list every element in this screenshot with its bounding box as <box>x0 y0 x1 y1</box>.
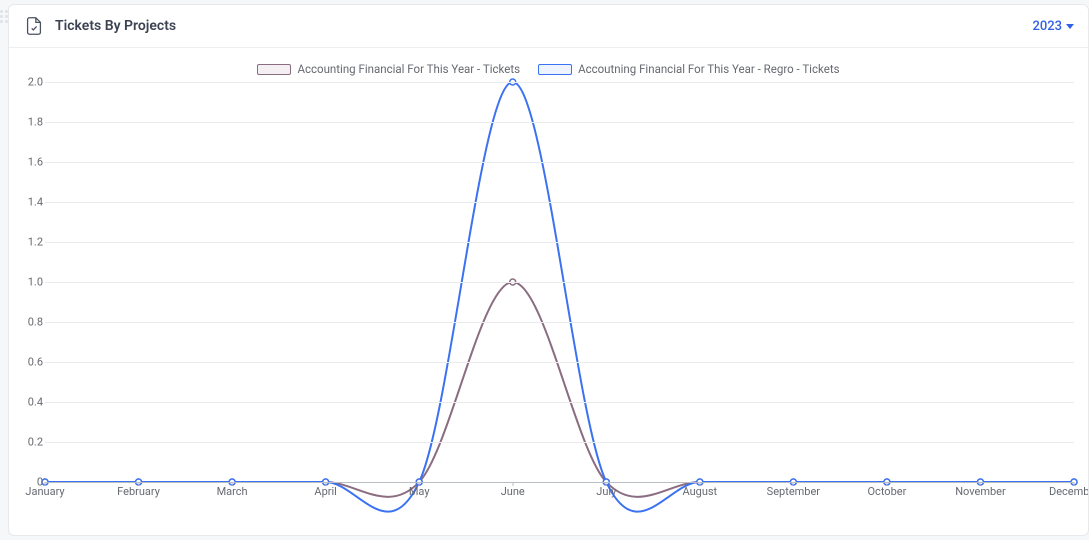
tickets-by-projects-card: Tickets By Projects 2023 Accounting Fina… <box>8 4 1089 536</box>
grid-line <box>45 122 1074 123</box>
series-line-1 <box>45 282 1074 497</box>
legend-label: Accounting Financial For This Year - Tic… <box>297 62 520 76</box>
legend-swatch-icon <box>538 64 572 75</box>
chevron-down-icon <box>1066 24 1074 29</box>
x-tick-label: March <box>217 485 248 498</box>
legend-label: Accoutning Financial For This Year - Reg… <box>578 62 839 76</box>
x-tick-label: July <box>596 485 616 498</box>
grid-line <box>45 162 1074 163</box>
series-line-2 <box>45 82 1074 512</box>
x-tick-label: November <box>955 485 1006 498</box>
y-tick-label: 1.4 <box>19 196 43 209</box>
plot: 00.20.40.60.81.01.21.41.61.82.0JanuaryFe… <box>45 82 1074 482</box>
y-tick-label: 0.2 <box>19 436 43 449</box>
y-tick-label: 0.8 <box>19 316 43 329</box>
grid-line <box>45 202 1074 203</box>
document-check-icon <box>21 13 47 39</box>
grid-line <box>45 362 1074 363</box>
legend-swatch-icon <box>257 64 291 75</box>
legend: Accounting Financial For This Year - Tic… <box>19 62 1078 76</box>
y-tick-label: 1.6 <box>19 156 43 169</box>
x-tick-label: September <box>767 485 820 498</box>
y-tick-label: 1.0 <box>19 276 43 289</box>
card-header: Tickets By Projects 2023 <box>9 5 1088 48</box>
x-tick-label: February <box>117 485 160 498</box>
grid-line <box>45 282 1074 283</box>
y-tick-label: 1.8 <box>19 116 43 129</box>
x-tick-label: April <box>314 485 336 498</box>
y-tick-label: 0.4 <box>19 396 43 409</box>
grid-line <box>45 442 1074 443</box>
y-tick-label: 2.0 <box>19 76 43 89</box>
y-tick-label: 0.6 <box>19 356 43 369</box>
x-tick-label: June <box>501 485 525 498</box>
grid-line <box>45 402 1074 403</box>
grid-line <box>45 482 1074 483</box>
legend-item-series-2[interactable]: Accoutning Financial For This Year - Reg… <box>538 62 839 76</box>
x-tick-label: August <box>682 485 717 498</box>
year-dropdown[interactable]: 2023 <box>1032 19 1074 34</box>
x-tick-label: January <box>25 485 64 498</box>
grid-line <box>45 242 1074 243</box>
x-tick-label: May <box>409 485 430 498</box>
year-dropdown-label: 2023 <box>1032 19 1062 34</box>
grid-line <box>45 322 1074 323</box>
chart-area: Accounting Financial For This Year - Tic… <box>9 48 1088 533</box>
y-tick-label: 1.2 <box>19 236 43 249</box>
x-tick-label: October <box>867 485 906 498</box>
x-tick-label: December <box>1049 485 1089 498</box>
grid-line <box>45 82 1074 83</box>
card-title: Tickets By Projects <box>55 18 1032 34</box>
legend-item-series-1[interactable]: Accounting Financial For This Year - Tic… <box>257 62 520 76</box>
